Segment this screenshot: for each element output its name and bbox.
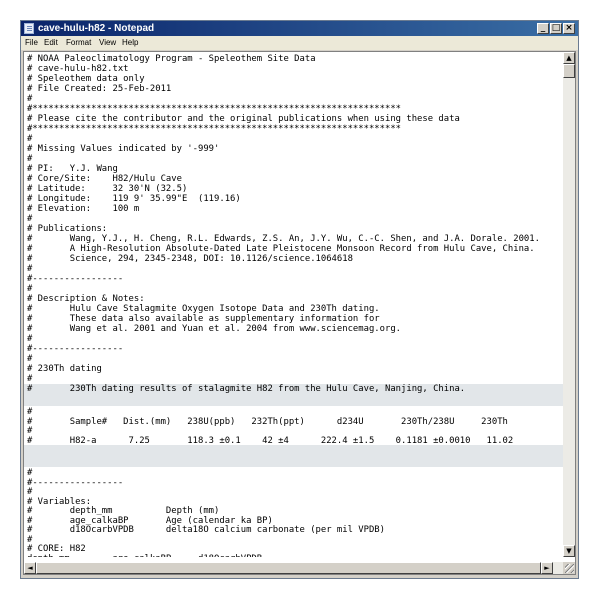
scroll-left-button[interactable]: ◄ bbox=[24, 562, 36, 574]
text-line: # Speleothem data only bbox=[27, 74, 145, 84]
window-title: cave-hulu-h82 - Notepad bbox=[38, 23, 155, 34]
text-line: # Description & Notes: bbox=[27, 294, 145, 304]
scroll-up-button[interactable]: ▲ bbox=[563, 52, 575, 64]
menu-view[interactable]: View bbox=[99, 36, 116, 50]
text-line: # cave-hulu-h82.txt bbox=[27, 64, 129, 74]
menu-bar: File Edit Format View Help bbox=[21, 36, 578, 50]
text-line: # These data also available as supplemen… bbox=[27, 314, 380, 324]
menu-edit[interactable]: Edit bbox=[44, 36, 58, 50]
text-line: # bbox=[27, 487, 33, 497]
text-line: #----------------- bbox=[27, 344, 124, 354]
text-line: # NOAA Paleoclimatology Program - Speleo… bbox=[27, 54, 316, 64]
vertical-scroll-thumb[interactable] bbox=[563, 64, 575, 78]
text-line: # H82-a 7.25 118.3 ±0.1 42 ±4 222.4 ±1.5… bbox=[27, 435, 514, 446]
resize-grip-icon bbox=[565, 564, 574, 573]
horizontal-scroll-thumb[interactable] bbox=[36, 562, 541, 574]
text-line: # bbox=[27, 426, 33, 436]
text-line: # Publications: bbox=[27, 224, 108, 234]
text-line: # bbox=[27, 468, 33, 478]
text-line: # bbox=[27, 374, 33, 384]
text-line: #----------------- bbox=[27, 477, 124, 488]
text-line: # d18OcarbVPDB delta18O calcium carbonat… bbox=[27, 525, 385, 535]
text-line: # Wang et al. 2001 and Yuan et al. 2004 … bbox=[27, 324, 402, 334]
text-line: # PI: Y.J. Wang bbox=[27, 164, 118, 174]
text-line: #***************************************… bbox=[27, 124, 402, 134]
text-line: # Please cite the contributor and the or… bbox=[27, 114, 460, 124]
text-line: # Wang, Y.J., H. Cheng, R.L. Edwards, Z.… bbox=[27, 234, 540, 244]
text-line: # bbox=[27, 134, 33, 144]
text-line: # Variables: bbox=[27, 496, 92, 507]
text-line: # Longitude: 119 9' 35.99"E (119.16) bbox=[27, 194, 241, 204]
menu-format[interactable]: Format bbox=[66, 36, 91, 50]
text-line: # Sample# Dist.(mm) 238U(ppb) 232Th(ppt)… bbox=[27, 416, 508, 427]
scroll-right-button[interactable]: ► bbox=[541, 562, 553, 574]
text-line: # A High-Resolution Absolute-Dated Late … bbox=[27, 244, 535, 254]
text-line: #----------------- bbox=[27, 274, 124, 284]
menu-file[interactable]: File bbox=[25, 36, 38, 50]
menu-help[interactable]: Help bbox=[122, 36, 138, 50]
text-line: # Elevation: 100 m bbox=[27, 204, 140, 214]
text-line: # Missing Values indicated by '-999' bbox=[27, 144, 220, 154]
text-line: # depth_mm Depth (mm) bbox=[27, 506, 220, 516]
text-line: # bbox=[27, 534, 33, 545]
text-line: # bbox=[27, 214, 33, 224]
text-line: # Hulu Cave Stalagmite Oxygen Isotope Da… bbox=[27, 304, 380, 314]
notepad-window: cave-hulu-h82 - Notepad _ □ × File Edit … bbox=[20, 20, 579, 579]
text-line: # bbox=[27, 94, 33, 104]
text-line: # bbox=[27, 334, 33, 344]
text-line: # bbox=[27, 154, 33, 164]
text-line: # Latitude: 32 30'N (32.5) bbox=[27, 184, 188, 194]
text-editor[interactable]: # NOAA Paleoclimatology Program - Speleo… bbox=[24, 52, 565, 557]
vertical-scrollbar[interactable]: ▲ ▼ bbox=[563, 52, 575, 557]
text-line: # Science, 294, 2345-2348, DOI: 10.1126/… bbox=[27, 254, 353, 264]
scroll-down-button[interactable]: ▼ bbox=[563, 545, 575, 557]
text-line: # bbox=[27, 354, 33, 364]
text-line: # 230Th dating bbox=[27, 364, 102, 374]
text-line: depth_mm age_calkaBP d18OcarbVPDB bbox=[27, 554, 262, 558]
minimize-button[interactable]: _ bbox=[537, 23, 549, 34]
text-line: # bbox=[27, 284, 33, 294]
size-grip[interactable] bbox=[563, 562, 575, 574]
text-line: # bbox=[27, 264, 33, 274]
close-button[interactable]: × bbox=[563, 23, 575, 34]
maximize-button[interactable]: □ bbox=[550, 23, 562, 34]
horizontal-scrollbar[interactable]: ◄ ► bbox=[24, 562, 565, 574]
text-line: # CORE: H82 bbox=[27, 544, 86, 554]
text-line: #***************************************… bbox=[27, 104, 402, 114]
text-line: # File Created: 25-Feb-2011 bbox=[27, 84, 172, 94]
image-cut-band bbox=[24, 445, 565, 467]
editor-frame: # NOAA Paleoclimatology Program - Speleo… bbox=[23, 51, 576, 575]
text-line: # Core/Site: H82/Hulu Cave bbox=[27, 174, 182, 184]
text-line: # age_calkaBP Age (calendar ka BP) bbox=[27, 515, 273, 526]
text-line: # 230Th dating results of stalagmite H82… bbox=[27, 384, 466, 394]
text-line: # bbox=[27, 407, 33, 417]
title-bar[interactable]: cave-hulu-h82 - Notepad _ □ × bbox=[21, 21, 578, 36]
notepad-icon bbox=[24, 23, 34, 34]
